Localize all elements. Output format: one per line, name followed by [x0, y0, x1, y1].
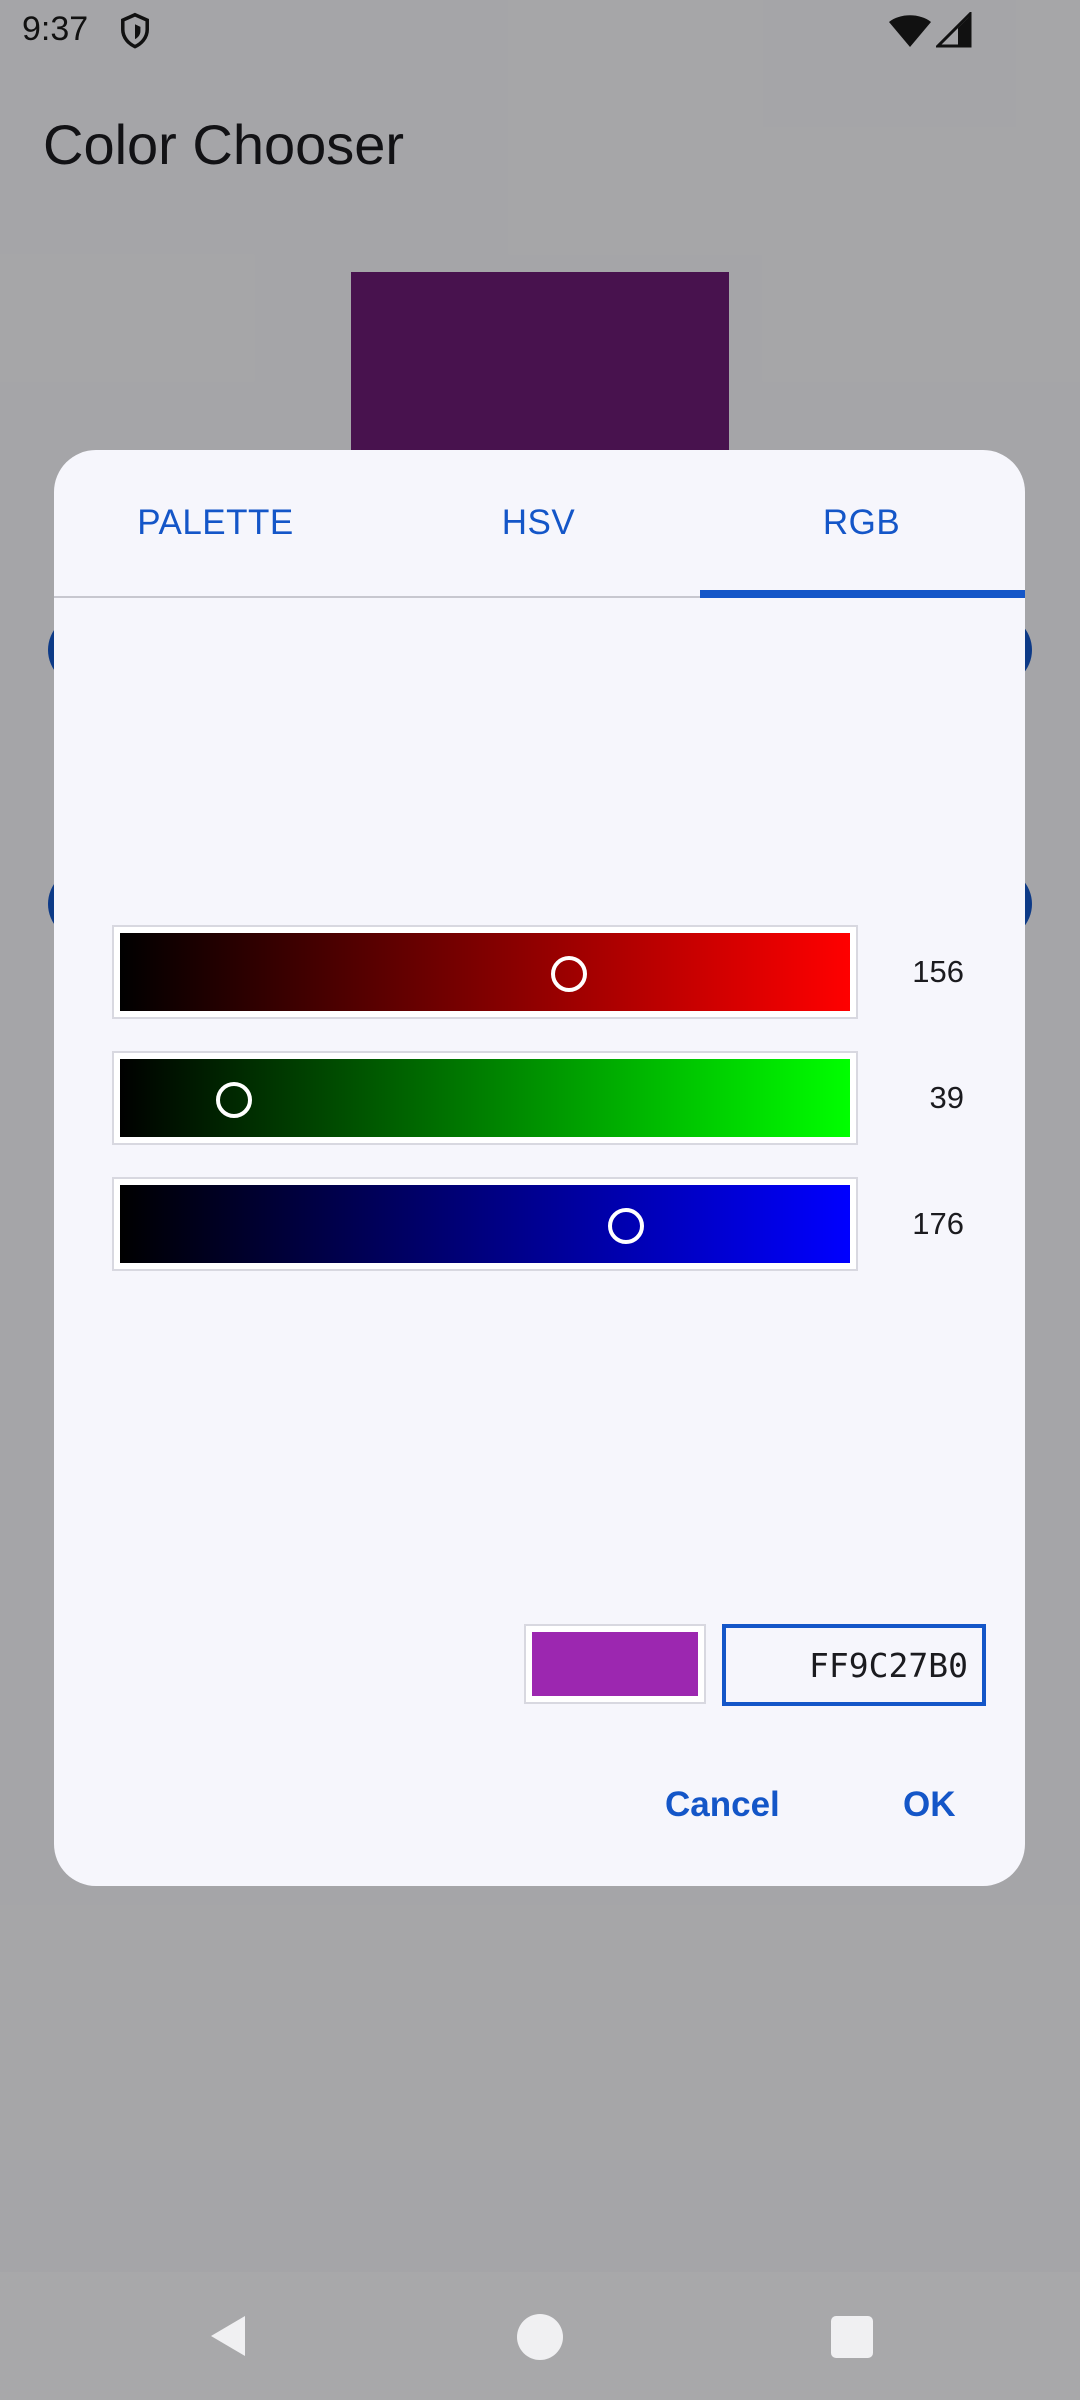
recents-icon[interactable] — [831, 2316, 873, 2358]
blue-slider-thumb[interactable] — [607, 1208, 644, 1244]
green-slider-row: 39 — [112, 1051, 964, 1145]
red-value: 156 — [912, 954, 964, 989]
home-icon[interactable] — [517, 2314, 563, 2360]
color-swatch-fill — [532, 1632, 698, 1696]
color-swatch — [524, 1624, 706, 1704]
blue-slider[interactable] — [112, 1177, 858, 1271]
red-slider-row: 156 — [112, 925, 964, 1019]
tab-indicator — [700, 590, 1025, 598]
red-slider-gradient — [120, 933, 850, 1011]
blue-value: 176 — [912, 1206, 964, 1241]
tab-hsv[interactable]: HSV — [377, 450, 700, 596]
red-slider[interactable] — [112, 925, 858, 1019]
tab-palette[interactable]: PALETTE — [54, 450, 377, 596]
tab-bar: PALETTE HSV RGB — [54, 450, 1025, 598]
blue-slider-gradient — [120, 1185, 850, 1263]
tab-rgb[interactable]: RGB — [700, 450, 1023, 596]
green-value: 39 — [929, 1080, 964, 1115]
cancel-button[interactable]: Cancel — [665, 1775, 780, 1835]
blue-slider-row: 176 — [112, 1177, 964, 1271]
hex-input[interactable] — [722, 1624, 986, 1706]
color-picker-dialog: PALETTE HSV RGB 156 39 176 Cancel OK — [54, 450, 1025, 1886]
back-icon[interactable] — [205, 2312, 253, 2360]
red-slider-thumb[interactable] — [550, 956, 587, 992]
green-slider[interactable] — [112, 1051, 858, 1145]
ok-button[interactable]: OK — [903, 1775, 956, 1835]
green-slider-thumb[interactable] — [215, 1082, 252, 1118]
